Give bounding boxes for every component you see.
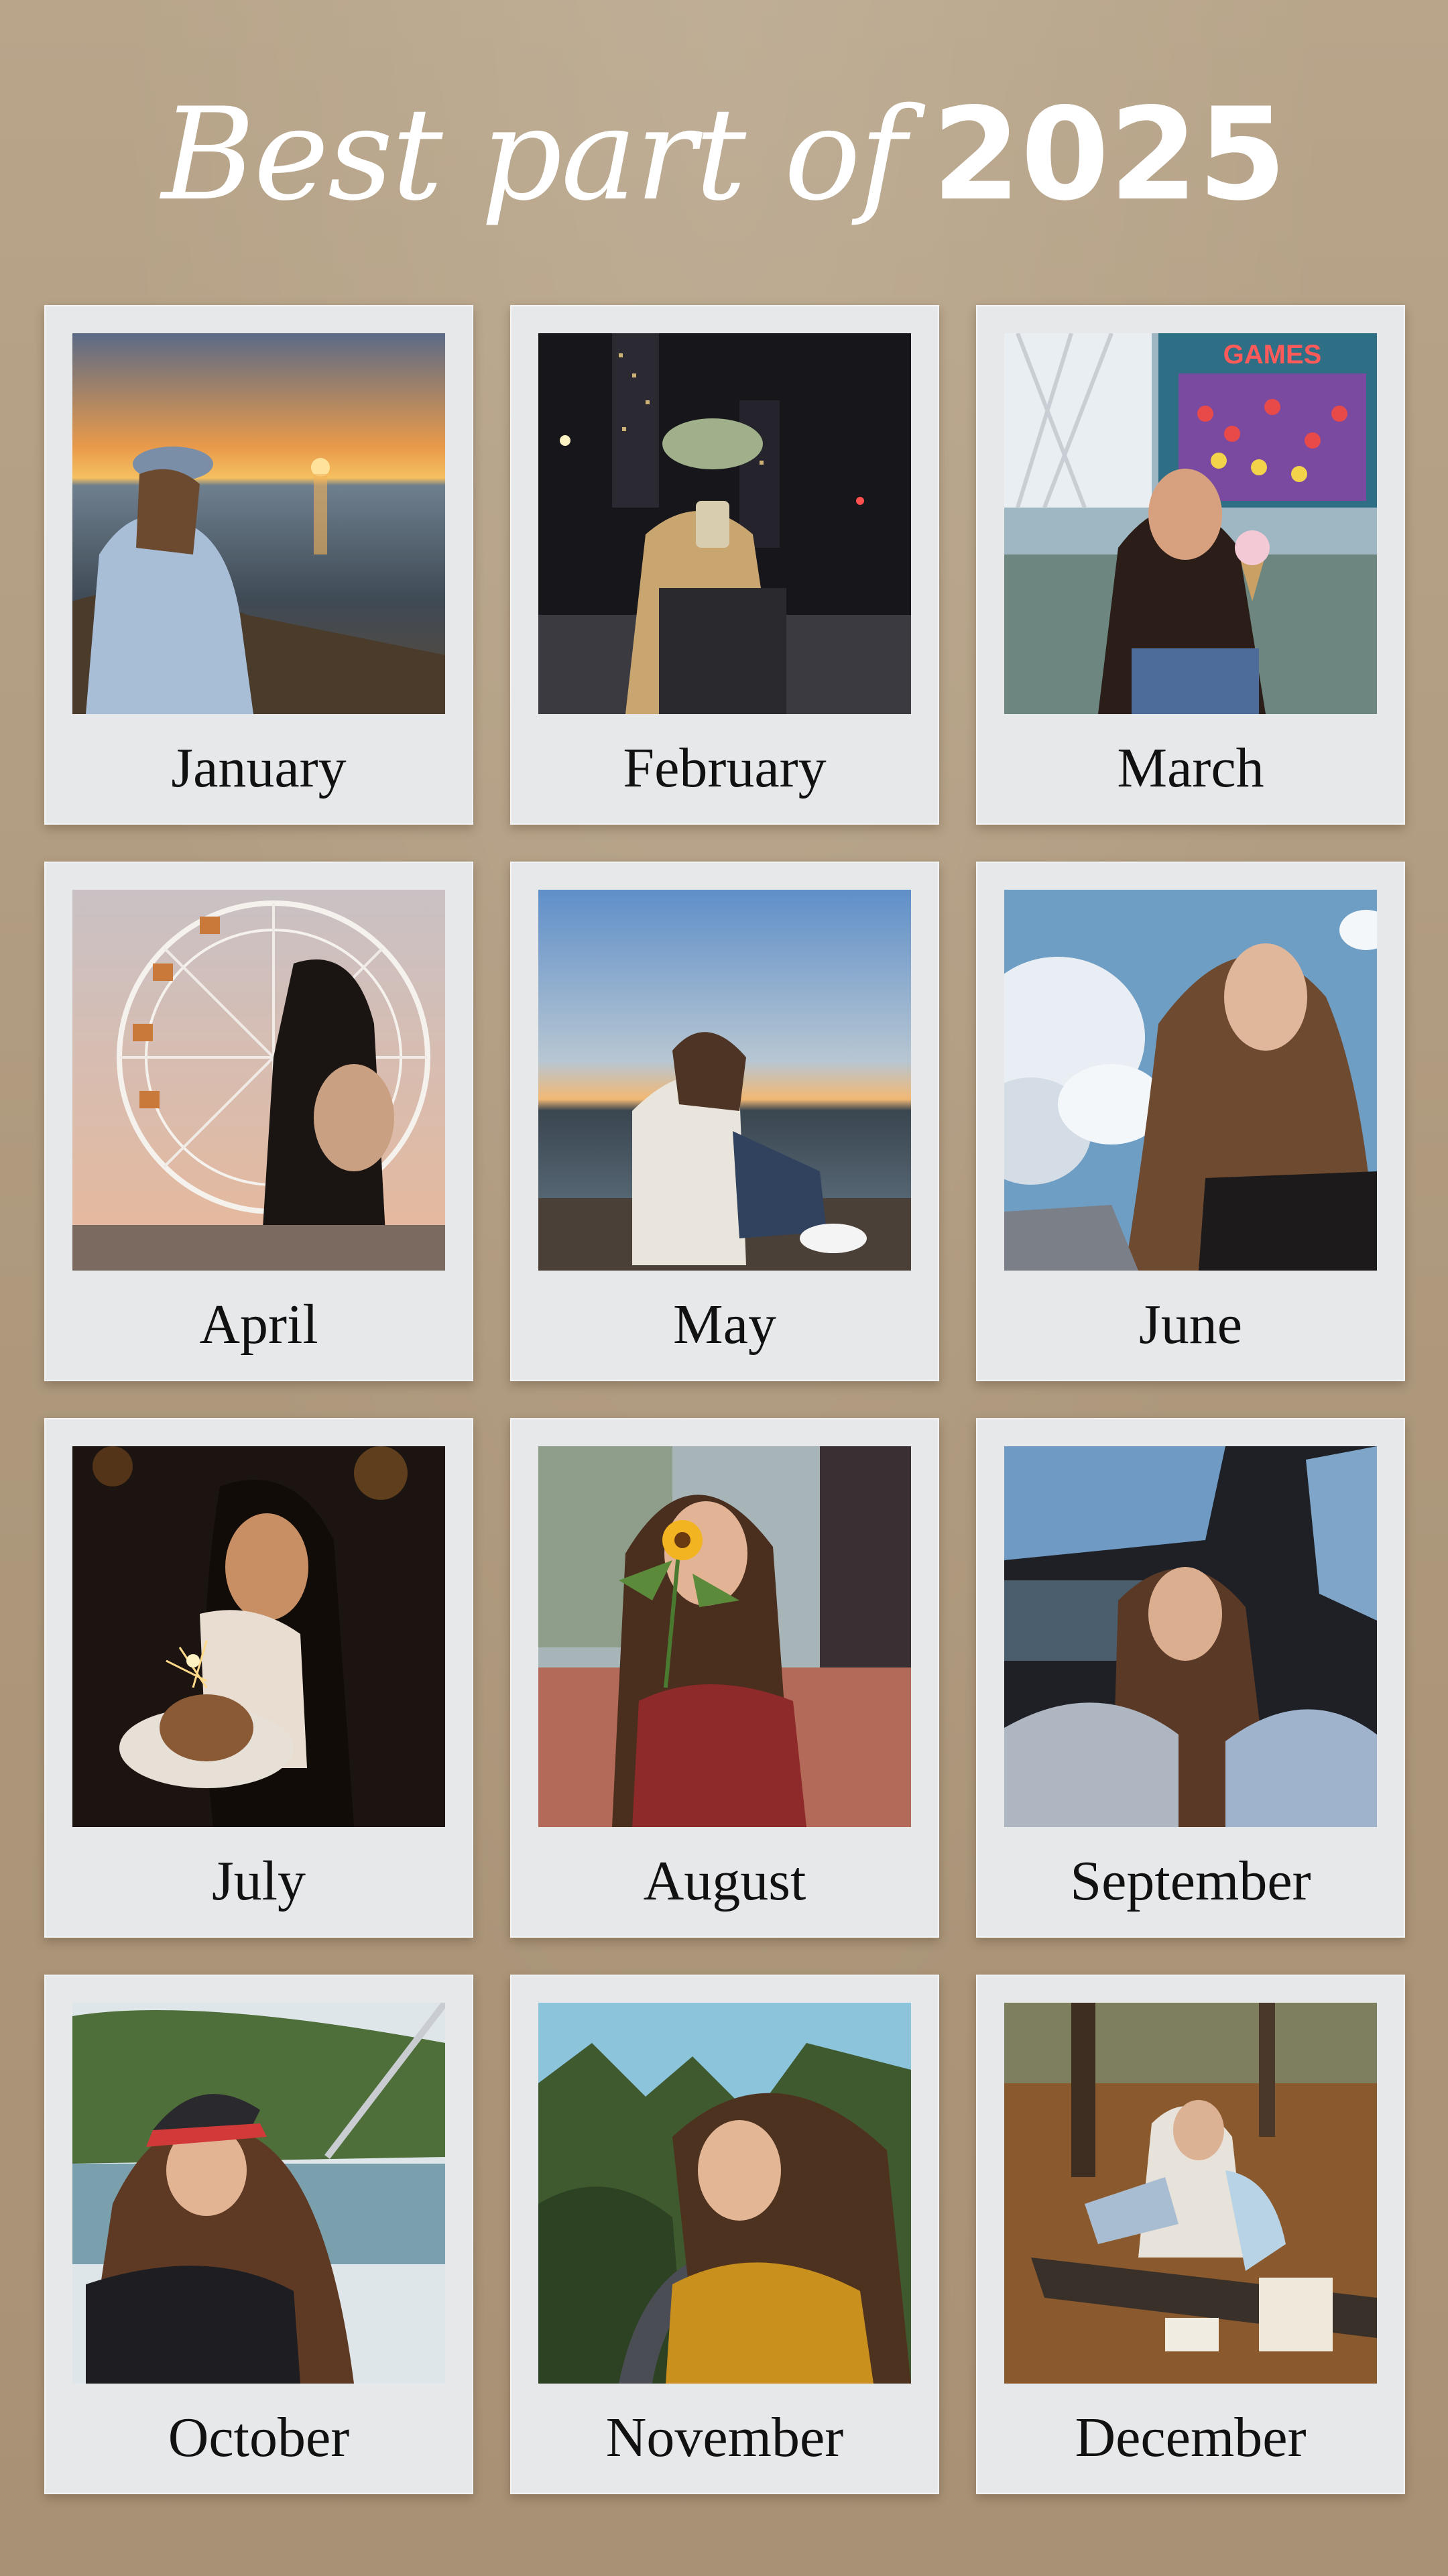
month-label-july: July [211,1849,306,1912]
photo-july [72,1446,445,1827]
photo-november [538,2003,911,2384]
month-label-october: October [168,2406,350,2469]
month-label-march: March [1117,736,1264,799]
month-label-september: September [1070,1849,1311,1912]
svg-text:GAMES: GAMES [1223,340,1322,369]
month-label-december: December [1075,2406,1307,2469]
photo-january [72,333,445,714]
month-label-may: May [673,1293,776,1356]
photo-december [1004,2003,1377,2384]
polaroid-card-february[interactable]: February [510,305,939,825]
photo-september [1004,1446,1377,1827]
photo-april [72,890,445,1271]
month-label-april: April [199,1293,318,1356]
polaroid-card-august[interactable]: August [510,1418,939,1938]
month-label-january: January [171,736,347,799]
photo-grid: January February GAMES March April May J… [44,305,1405,2498]
polaroid-card-october[interactable]: October [44,1975,473,2494]
month-label-june: June [1139,1293,1242,1356]
photo-june [1004,890,1377,1271]
page-title: Best part of 2025 [0,80,1448,229]
polaroid-card-april[interactable]: April [44,862,473,1381]
month-label-november: November [605,2406,844,2469]
polaroid-card-june[interactable]: June [976,862,1405,1381]
polaroid-card-september[interactable]: September [976,1418,1405,1938]
photo-august [538,1446,911,1827]
polaroid-card-december[interactable]: December [976,1975,1405,2494]
polaroid-card-march[interactable]: GAMES March [976,305,1405,825]
month-label-february: February [623,736,827,799]
title-script-text: Best part of [161,80,907,229]
photo-may [538,890,911,1271]
photo-february [538,333,911,714]
polaroid-card-november[interactable]: November [510,1975,939,2494]
photo-march: GAMES [1004,333,1377,714]
photo-october [72,2003,445,2384]
polaroid-card-january[interactable]: January [44,305,473,825]
month-label-august: August [643,1849,806,1912]
title-year-text: 2025 [932,80,1287,229]
polaroid-card-july[interactable]: July [44,1418,473,1938]
polaroid-card-may[interactable]: May [510,862,939,1381]
